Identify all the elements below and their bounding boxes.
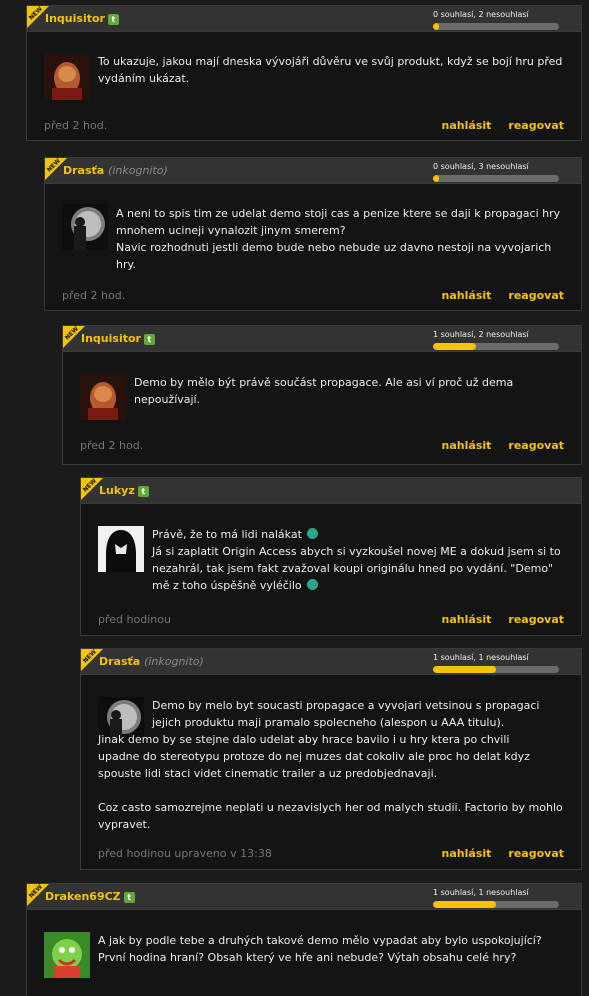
reply-link[interactable]: reagovat	[508, 289, 564, 302]
vote-bar[interactable]	[433, 343, 559, 350]
report-link[interactable]: nahlásit	[442, 289, 492, 302]
green-creature-avatar[interactable]	[44, 932, 90, 978]
report-link[interactable]: nahlásit	[442, 613, 492, 626]
smile-emoji-icon	[307, 579, 319, 590]
comment: NEW Draken69CZ t 1 souhlasí, 1 nesouhlasí…	[26, 883, 582, 996]
vote-fill	[433, 901, 496, 908]
vote-box: 1 souhlasí, 1 nesouhlasí	[433, 652, 559, 673]
reply-link[interactable]: reagovat	[508, 613, 564, 626]
report-link[interactable]: nahlásit	[442, 847, 492, 860]
votes-text: 1 souhlasí, 1 nesouhlasí	[433, 653, 529, 662]
comment-header: NEW Inquisitor t 0 souhlasí, 2 nesouhlasí	[27, 5, 581, 32]
badge-icon: t	[137, 486, 149, 497]
reply-link[interactable]: reagovat	[508, 119, 564, 132]
reply-link[interactable]: reagovat	[508, 439, 564, 452]
vote-fill	[433, 23, 440, 30]
comment-actions: nahlásit reagovat	[425, 439, 564, 452]
comment-text: A jak by podle tebe a druhých takové dem…	[98, 934, 542, 964]
red-demon-avatar[interactable]	[44, 54, 90, 100]
author-name[interactable]: Draken69CZ t	[45, 890, 135, 903]
comment: NEW Inquisitor t 0 souhlasí, 2 nesouhlasí…	[26, 5, 582, 141]
author-name[interactable]: Lukyz t	[99, 484, 149, 497]
vote-box: 0 souhlasí, 2 nesouhlasí	[433, 9, 559, 30]
comment-header: NEW Drasťa (inkognito) 1 souhlasí, 1 nes…	[81, 648, 581, 675]
report-link[interactable]: nahlásit	[442, 119, 492, 132]
comment-header: NEW Drasťa (inkognito) 0 souhlasí, 3 nes…	[45, 157, 581, 184]
comment-text: A neni to spis tim ze udelat demo stoji …	[116, 207, 561, 271]
vote-fill	[433, 175, 440, 182]
comment-actions: nahlásit reagovat	[425, 289, 564, 302]
comment: NEW Drasťa (inkognito) 0 souhlasí, 3 nes…	[44, 157, 582, 311]
comment-time: před hodinou	[98, 613, 171, 626]
comment: NEW Lukyz t Právě, že to má lidi nalákat …	[80, 477, 582, 636]
incognito-label: (inkognito)	[144, 655, 204, 668]
votes-text: 1 souhlasí, 2 nesouhlasí	[433, 330, 529, 339]
smile-emoji-icon	[307, 528, 319, 539]
vote-fill	[433, 666, 496, 673]
comment-time: před 2 hod.	[44, 119, 108, 132]
badge-icon: t	[123, 892, 135, 903]
comment-time: před 2 hod.	[80, 439, 144, 452]
comment-text: Demo by melo byt soucasti propagace a vy…	[152, 699, 540, 729]
comment: NEW Drasťa (inkognito) 1 souhlasí, 1 nes…	[80, 648, 582, 870]
comment-actions: nahlásit reagovat	[425, 847, 564, 860]
incognito-label: (inkognito)	[108, 164, 168, 177]
comment-actions: nahlásit reagovat	[425, 119, 564, 132]
comment-header: NEW Lukyz t	[81, 477, 581, 504]
votes-text: 1 souhlasí, 1 nesouhlasí	[433, 888, 529, 897]
comment-text: To ukazuje, jakou mají dneska vývojáři d…	[98, 55, 563, 85]
vote-bar[interactable]	[433, 175, 559, 182]
vote-box: 1 souhlasí, 1 nesouhlasí	[433, 887, 559, 908]
hooded-figure-avatar[interactable]	[98, 526, 144, 572]
vote-bar[interactable]	[433, 666, 559, 673]
comment-header: NEW Draken69CZ t 1 souhlasí, 1 nesouhlasí	[27, 883, 581, 910]
badge-icon: t	[143, 334, 155, 345]
author-name[interactable]: Inquisitor t	[81, 332, 155, 345]
vote-bar[interactable]	[433, 901, 559, 908]
comment-header: NEW Inquisitor t 1 souhlasí, 2 nesouhlasí	[63, 325, 581, 352]
author-name[interactable]: Drasťa (inkognito)	[99, 655, 204, 668]
reply-link[interactable]: reagovat	[508, 847, 564, 860]
votes-text: 0 souhlasí, 3 nesouhlasí	[433, 162, 529, 171]
votes-text: 0 souhlasí, 2 nesouhlasí	[433, 10, 529, 19]
red-demon-avatar[interactable]	[80, 374, 126, 420]
comment: NEW Inquisitor t 1 souhlasí, 2 nesouhlasí…	[62, 325, 582, 465]
vote-box: 0 souhlasí, 3 nesouhlasí	[433, 161, 559, 182]
author-name[interactable]: Inquisitor t	[45, 12, 119, 25]
dark-figure-avatar[interactable]	[62, 204, 108, 250]
badge-icon: t	[107, 14, 119, 25]
vote-bar[interactable]	[433, 23, 559, 30]
comment-text: Jinak demo by se stejne dalo udelat aby …	[98, 733, 563, 831]
author-name[interactable]: Drasťa (inkognito)	[63, 164, 168, 177]
report-link[interactable]: nahlásit	[442, 439, 492, 452]
comment-time: před hodinou upraveno v 13:38	[98, 847, 272, 860]
comment-text: Demo by mělo být právě součást propagace…	[134, 376, 514, 406]
vote-box: 1 souhlasí, 2 nesouhlasí	[433, 329, 559, 350]
comment-text: Právě, že to má lidi nalákat Já si zapla…	[152, 528, 561, 592]
vote-fill	[433, 343, 476, 350]
comment-actions: nahlásit reagovat	[425, 613, 564, 626]
comment-time: před 2 hod.	[62, 289, 126, 302]
